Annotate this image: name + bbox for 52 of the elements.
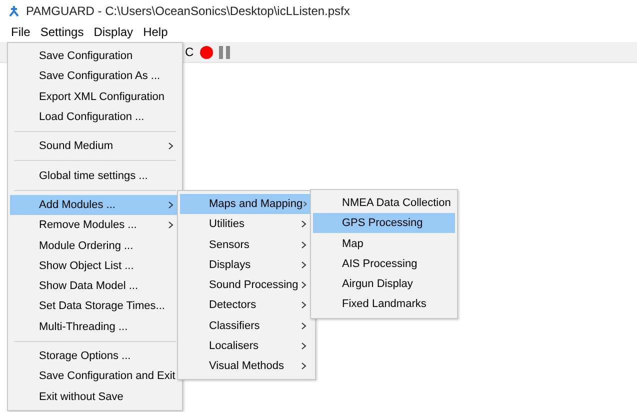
chevron-right-icon [301,342,307,350]
menu-item[interactable]: Displays [180,254,313,275]
menu-item[interactable]: Save Configuration As ... [10,66,180,87]
menu-item[interactable]: Classifiers [180,316,313,336]
menu-item[interactable]: Sensors [180,234,313,255]
pause-icon[interactable] [218,46,230,58]
menu-item[interactable]: Show Object List ... [10,256,180,276]
menu-item[interactable]: NMEA Data Collection [313,192,455,214]
chevron-right-icon [301,322,307,330]
menu-item[interactable]: Visual Methods [180,356,313,376]
menu-bar-item[interactable]: File [6,23,36,41]
menu-item[interactable]: Exit without Save [10,386,180,407]
menu-item[interactable]: Map [313,233,455,254]
menu-item[interactable]: Fixed Landmarks [313,294,455,315]
chevron-right-icon [301,220,307,228]
app-icon [8,5,20,17]
window-title: PAMGUARD - C:\Users\OceanSonics\Desktop\icLListen.psfx [26,4,350,18]
menu-item[interactable]: Maps and Mapping [180,194,313,214]
menu-item[interactable]: Global time settings ... [10,165,180,186]
menu-item[interactable]: Remove Modules ... [10,215,180,236]
menu-item[interactable]: Localisers [180,336,313,356]
menu-item[interactable]: GPS Processing [313,213,455,234]
toolbar-text: C [185,45,194,59]
chevron-right-icon [168,142,174,150]
menu-item[interactable]: Airgun Display [313,274,455,294]
menu-item[interactable]: Export XML Configuration [10,86,180,107]
menu-item[interactable]: Sound Medium [10,136,180,156]
menu-item[interactable]: AIS Processing [313,254,455,274]
chevron-right-icon [301,281,307,290]
menu-item[interactable]: Save Configuration and Exit [10,366,180,386]
menu-item[interactable]: Module Ordering ... [10,235,180,256]
menu-item[interactable]: Load Configuration ... [10,106,180,128]
chevron-right-icon [302,200,307,208]
menu-item[interactable]: Detectors [180,295,313,316]
menu-item[interactable]: Set Data Storage Times... [10,296,180,317]
menu-bar-item[interactable]: Help [138,23,173,41]
chevron-right-icon [301,362,307,370]
chevron-right-icon [301,260,307,269]
menu-bar-item[interactable]: Display [88,23,138,41]
menu-bar-item[interactable]: Settings [35,23,89,41]
menu-item[interactable]: Utilities [180,214,313,234]
record-icon[interactable] [200,46,213,58]
menu-item[interactable]: Multi-Threading ... [10,316,180,337]
chevron-right-icon [301,301,307,310]
menu-item[interactable]: Show Data Model ... [10,276,180,296]
chevron-right-icon [168,221,174,230]
menu-item[interactable]: Add Modules ... [10,194,180,216]
chevron-right-icon [301,240,307,249]
menu-item[interactable]: Save Configuration [10,46,180,66]
menu-item[interactable]: Storage Options ... [10,346,180,366]
chevron-right-icon [168,200,174,209]
menu-item[interactable]: Sound Processing [180,274,313,296]
